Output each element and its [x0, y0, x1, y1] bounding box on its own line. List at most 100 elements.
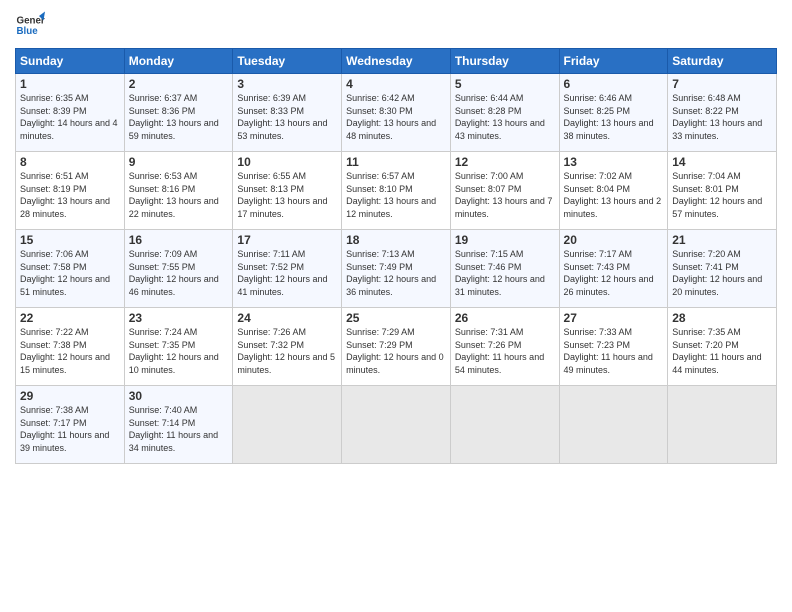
day-number: 13 — [564, 155, 664, 169]
day-info: Sunrise: 7:00 AMSunset: 8:07 PMDaylight:… — [455, 170, 555, 220]
day-number: 9 — [129, 155, 229, 169]
day-info: Sunrise: 7:22 AMSunset: 7:38 PMDaylight:… — [20, 326, 120, 376]
day-number: 25 — [346, 311, 446, 325]
calendar-cell: 9Sunrise: 6:53 AMSunset: 8:16 PMDaylight… — [124, 152, 233, 230]
calendar-cell: 2Sunrise: 6:37 AMSunset: 8:36 PMDaylight… — [124, 74, 233, 152]
calendar-table: SundayMondayTuesdayWednesdayThursdayFrid… — [15, 48, 777, 464]
day-info: Sunrise: 6:48 AMSunset: 8:22 PMDaylight:… — [672, 92, 772, 142]
calendar-cell — [668, 386, 777, 464]
column-header-tuesday: Tuesday — [233, 49, 342, 74]
day-number: 26 — [455, 311, 555, 325]
day-info: Sunrise: 6:51 AMSunset: 8:19 PMDaylight:… — [20, 170, 120, 220]
calendar-cell: 28Sunrise: 7:35 AMSunset: 7:20 PMDayligh… — [668, 308, 777, 386]
day-info: Sunrise: 7:17 AMSunset: 7:43 PMDaylight:… — [564, 248, 664, 298]
day-number: 20 — [564, 233, 664, 247]
calendar-cell: 17Sunrise: 7:11 AMSunset: 7:52 PMDayligh… — [233, 230, 342, 308]
day-info: Sunrise: 7:11 AMSunset: 7:52 PMDaylight:… — [237, 248, 337, 298]
calendar-cell: 12Sunrise: 7:00 AMSunset: 8:07 PMDayligh… — [450, 152, 559, 230]
day-info: Sunrise: 6:39 AMSunset: 8:33 PMDaylight:… — [237, 92, 337, 142]
calendar-cell — [342, 386, 451, 464]
day-number: 10 — [237, 155, 337, 169]
calendar-cell: 24Sunrise: 7:26 AMSunset: 7:32 PMDayligh… — [233, 308, 342, 386]
calendar-header: SundayMondayTuesdayWednesdayThursdayFrid… — [16, 49, 777, 74]
day-number: 21 — [672, 233, 772, 247]
calendar-cell: 4Sunrise: 6:42 AMSunset: 8:30 PMDaylight… — [342, 74, 451, 152]
day-number: 22 — [20, 311, 120, 325]
day-info: Sunrise: 7:29 AMSunset: 7:29 PMDaylight:… — [346, 326, 446, 376]
day-number: 23 — [129, 311, 229, 325]
calendar-cell: 22Sunrise: 7:22 AMSunset: 7:38 PMDayligh… — [16, 308, 125, 386]
column-header-monday: Monday — [124, 49, 233, 74]
calendar-cell: 18Sunrise: 7:13 AMSunset: 7:49 PMDayligh… — [342, 230, 451, 308]
day-info: Sunrise: 7:40 AMSunset: 7:14 PMDaylight:… — [129, 404, 229, 454]
day-number: 19 — [455, 233, 555, 247]
calendar-cell: 16Sunrise: 7:09 AMSunset: 7:55 PMDayligh… — [124, 230, 233, 308]
day-info: Sunrise: 7:15 AMSunset: 7:46 PMDaylight:… — [455, 248, 555, 298]
day-info: Sunrise: 7:33 AMSunset: 7:23 PMDaylight:… — [564, 326, 664, 376]
day-number: 30 — [129, 389, 229, 403]
day-info: Sunrise: 6:46 AMSunset: 8:25 PMDaylight:… — [564, 92, 664, 142]
calendar-cell: 11Sunrise: 6:57 AMSunset: 8:10 PMDayligh… — [342, 152, 451, 230]
day-info: Sunrise: 7:35 AMSunset: 7:20 PMDaylight:… — [672, 326, 772, 376]
day-info: Sunrise: 6:57 AMSunset: 8:10 PMDaylight:… — [346, 170, 446, 220]
day-info: Sunrise: 7:24 AMSunset: 7:35 PMDaylight:… — [129, 326, 229, 376]
day-info: Sunrise: 6:42 AMSunset: 8:30 PMDaylight:… — [346, 92, 446, 142]
day-info: Sunrise: 6:53 AMSunset: 8:16 PMDaylight:… — [129, 170, 229, 220]
calendar-cell: 14Sunrise: 7:04 AMSunset: 8:01 PMDayligh… — [668, 152, 777, 230]
calendar-cell: 7Sunrise: 6:48 AMSunset: 8:22 PMDaylight… — [668, 74, 777, 152]
day-info: Sunrise: 7:13 AMSunset: 7:49 PMDaylight:… — [346, 248, 446, 298]
day-info: Sunrise: 7:04 AMSunset: 8:01 PMDaylight:… — [672, 170, 772, 220]
day-number: 4 — [346, 77, 446, 91]
calendar-cell: 8Sunrise: 6:51 AMSunset: 8:19 PMDaylight… — [16, 152, 125, 230]
calendar-cell: 29Sunrise: 7:38 AMSunset: 7:17 PMDayligh… — [16, 386, 125, 464]
logo: General Blue — [15, 10, 45, 40]
day-number: 15 — [20, 233, 120, 247]
day-number: 8 — [20, 155, 120, 169]
calendar-cell: 15Sunrise: 7:06 AMSunset: 7:58 PMDayligh… — [16, 230, 125, 308]
day-info: Sunrise: 6:35 AMSunset: 8:39 PMDaylight:… — [20, 92, 120, 142]
day-info: Sunrise: 7:31 AMSunset: 7:26 PMDaylight:… — [455, 326, 555, 376]
day-number: 5 — [455, 77, 555, 91]
column-header-saturday: Saturday — [668, 49, 777, 74]
day-info: Sunrise: 6:55 AMSunset: 8:13 PMDaylight:… — [237, 170, 337, 220]
calendar-cell: 3Sunrise: 6:39 AMSunset: 8:33 PMDaylight… — [233, 74, 342, 152]
day-number: 11 — [346, 155, 446, 169]
calendar-cell: 23Sunrise: 7:24 AMSunset: 7:35 PMDayligh… — [124, 308, 233, 386]
calendar-cell — [233, 386, 342, 464]
column-header-friday: Friday — [559, 49, 668, 74]
day-number: 3 — [237, 77, 337, 91]
calendar-cell: 30Sunrise: 7:40 AMSunset: 7:14 PMDayligh… — [124, 386, 233, 464]
day-info: Sunrise: 7:38 AMSunset: 7:17 PMDaylight:… — [20, 404, 120, 454]
calendar-cell: 21Sunrise: 7:20 AMSunset: 7:41 PMDayligh… — [668, 230, 777, 308]
day-number: 28 — [672, 311, 772, 325]
calendar-cell: 6Sunrise: 6:46 AMSunset: 8:25 PMDaylight… — [559, 74, 668, 152]
calendar-cell: 5Sunrise: 6:44 AMSunset: 8:28 PMDaylight… — [450, 74, 559, 152]
calendar-cell — [450, 386, 559, 464]
day-info: Sunrise: 7:20 AMSunset: 7:41 PMDaylight:… — [672, 248, 772, 298]
column-header-thursday: Thursday — [450, 49, 559, 74]
column-header-wednesday: Wednesday — [342, 49, 451, 74]
day-number: 27 — [564, 311, 664, 325]
week-row-1: 1Sunrise: 6:35 AMSunset: 8:39 PMDaylight… — [16, 74, 777, 152]
logo-icon: General Blue — [15, 10, 45, 40]
day-info: Sunrise: 7:06 AMSunset: 7:58 PMDaylight:… — [20, 248, 120, 298]
calendar-cell: 25Sunrise: 7:29 AMSunset: 7:29 PMDayligh… — [342, 308, 451, 386]
week-row-2: 8Sunrise: 6:51 AMSunset: 8:19 PMDaylight… — [16, 152, 777, 230]
day-info: Sunrise: 7:09 AMSunset: 7:55 PMDaylight:… — [129, 248, 229, 298]
day-number: 24 — [237, 311, 337, 325]
column-header-sunday: Sunday — [16, 49, 125, 74]
calendar-cell: 27Sunrise: 7:33 AMSunset: 7:23 PMDayligh… — [559, 308, 668, 386]
day-number: 17 — [237, 233, 337, 247]
day-number: 12 — [455, 155, 555, 169]
day-info: Sunrise: 7:02 AMSunset: 8:04 PMDaylight:… — [564, 170, 664, 220]
day-number: 7 — [672, 77, 772, 91]
day-info: Sunrise: 6:44 AMSunset: 8:28 PMDaylight:… — [455, 92, 555, 142]
week-row-4: 22Sunrise: 7:22 AMSunset: 7:38 PMDayligh… — [16, 308, 777, 386]
day-number: 16 — [129, 233, 229, 247]
calendar-cell — [559, 386, 668, 464]
calendar-cell: 1Sunrise: 6:35 AMSunset: 8:39 PMDaylight… — [16, 74, 125, 152]
day-info: Sunrise: 6:37 AMSunset: 8:36 PMDaylight:… — [129, 92, 229, 142]
day-info: Sunrise: 7:26 AMSunset: 7:32 PMDaylight:… — [237, 326, 337, 376]
day-number: 29 — [20, 389, 120, 403]
calendar-cell: 26Sunrise: 7:31 AMSunset: 7:26 PMDayligh… — [450, 308, 559, 386]
